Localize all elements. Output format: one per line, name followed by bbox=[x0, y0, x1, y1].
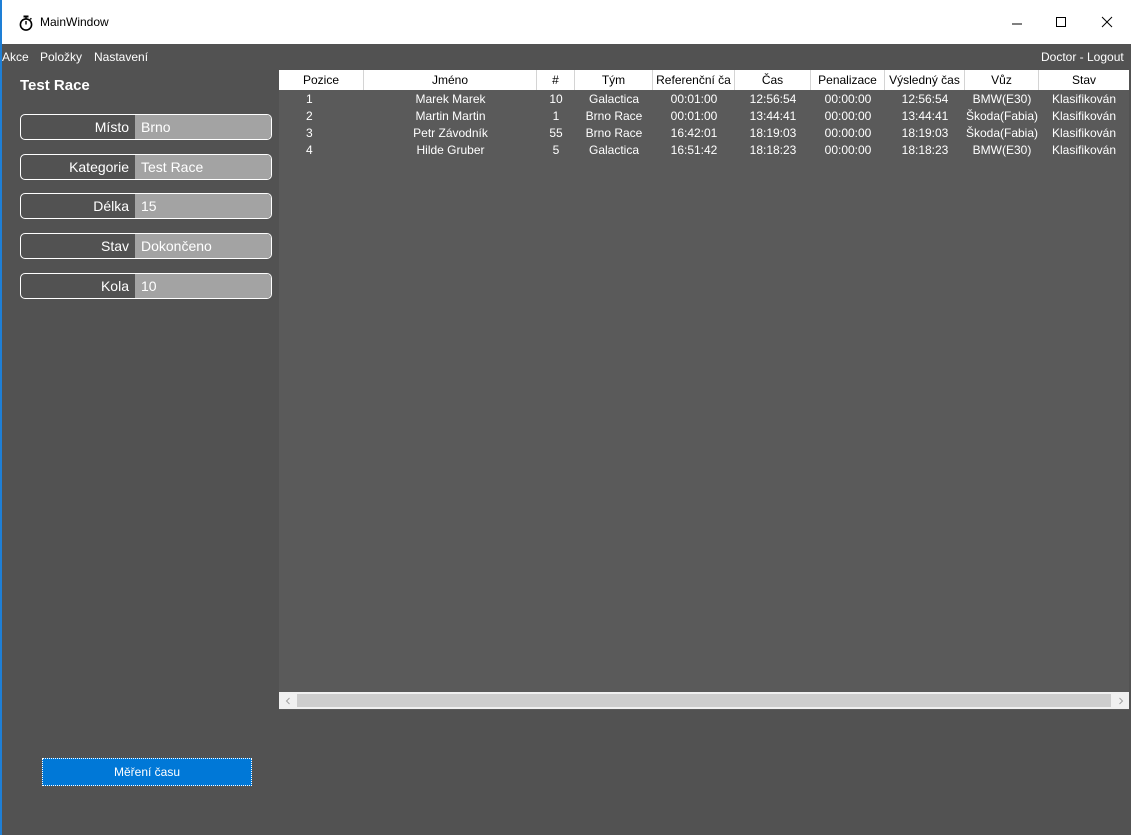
title-bar: MainWindow bbox=[2, 0, 1131, 44]
header-cas[interactable]: Čas bbox=[735, 70, 811, 90]
cell-vuz: Škoda(Fabia) bbox=[965, 109, 1039, 123]
cell-vysledny-cas: 18:19:03 bbox=[901, 126, 949, 140]
info-row-misto: Místo Brno bbox=[20, 114, 272, 140]
cell-cislo: 5 bbox=[552, 143, 560, 157]
info-value: 10 bbox=[135, 274, 271, 298]
cell-vuz: BMW(E30) bbox=[972, 143, 1032, 157]
results-grid: Pozice Jméno # Tým Referenční ča Čas Pen… bbox=[279, 70, 1129, 710]
time-measurement-button[interactable]: Měření času bbox=[42, 758, 252, 786]
info-value: Test Race bbox=[135, 155, 271, 179]
header-cislo[interactable]: # bbox=[537, 70, 575, 90]
header-stav[interactable]: Stav bbox=[1039, 70, 1129, 90]
stopwatch-icon bbox=[18, 15, 34, 31]
cell-referencni-cas: 16:42:01 bbox=[670, 126, 718, 140]
header-vysledny-cas[interactable]: Výsledný čas bbox=[885, 70, 965, 90]
header-pozice[interactable]: Pozice bbox=[279, 70, 364, 90]
cell-cas: 12:56:54 bbox=[749, 92, 797, 106]
info-label: Kategorie bbox=[69, 159, 129, 175]
window-title: MainWindow bbox=[40, 15, 109, 29]
table-row[interactable]: 2 Martin Martin 1 Brno Race 00:01:00 13:… bbox=[279, 108, 1129, 125]
cell-cislo: 10 bbox=[549, 92, 563, 106]
cell-referencni-cas: 16:51:42 bbox=[670, 143, 718, 157]
cell-pozice: 3 bbox=[306, 126, 313, 140]
cell-stav: Klasifikován bbox=[1051, 109, 1117, 123]
cell-referencni-cas: 00:01:00 bbox=[670, 92, 718, 106]
cell-vuz: Škoda(Fabia) bbox=[965, 126, 1039, 140]
minimize-icon bbox=[1012, 23, 1022, 25]
cell-vysledny-cas: 13:44:41 bbox=[901, 109, 949, 123]
close-button[interactable] bbox=[1085, 6, 1129, 38]
header-jmeno[interactable]: Jméno bbox=[364, 70, 537, 90]
minimize-button[interactable] bbox=[995, 6, 1039, 38]
close-icon bbox=[1101, 16, 1113, 28]
table-row[interactable]: 4 Hilde Gruber 5 Galactica 16:51:42 18:1… bbox=[279, 142, 1129, 159]
cell-stav: Klasifikován bbox=[1051, 126, 1117, 140]
table-row[interactable]: 3 Petr Závodník 55 Brno Race 16:42:01 18… bbox=[279, 125, 1129, 142]
scroll-left-button[interactable] bbox=[279, 692, 296, 709]
scrollbar-thumb[interactable] bbox=[297, 694, 1111, 707]
cell-vuz: BMW(E30) bbox=[972, 92, 1032, 106]
table-row[interactable]: 1 Marek Marek 10 Galactica 00:01:00 12:5… bbox=[279, 91, 1129, 108]
info-label: Stav bbox=[100, 238, 129, 254]
menu-bar: Akce Položky Nastavení Doctor - Logout bbox=[2, 44, 1131, 68]
cell-jmeno: Hilde Gruber bbox=[416, 143, 485, 157]
info-value: Dokončeno bbox=[135, 234, 271, 258]
scroll-right-button[interactable] bbox=[1112, 692, 1129, 709]
cell-cas: 13:44:41 bbox=[749, 109, 797, 123]
cell-stav: Klasifikován bbox=[1051, 143, 1117, 157]
menu-polozky[interactable]: Položky bbox=[40, 50, 82, 64]
info-row-delka: Délka 15 bbox=[20, 193, 272, 219]
info-value: 15 bbox=[135, 194, 271, 218]
race-title: Test Race bbox=[20, 77, 90, 94]
header-penalizace[interactable]: Penalizace bbox=[811, 70, 885, 90]
cell-jmeno: Petr Závodník bbox=[413, 126, 488, 140]
cell-jmeno: Marek Marek bbox=[415, 92, 486, 106]
user-logout-link[interactable]: Doctor - Logout bbox=[1041, 50, 1131, 64]
cell-cislo: 55 bbox=[549, 126, 563, 140]
horizontal-scrollbar[interactable] bbox=[279, 692, 1129, 709]
cell-penalizace: 00:00:00 bbox=[824, 109, 872, 123]
cell-tym: Brno Race bbox=[585, 109, 643, 123]
info-row-stav: Stav Dokončeno bbox=[20, 233, 272, 259]
info-label: Kola bbox=[100, 278, 129, 294]
grid-header: Pozice Jméno # Tým Referenční ča Čas Pen… bbox=[279, 70, 1129, 90]
cell-tym: Brno Race bbox=[585, 126, 643, 140]
cell-jmeno: Martin Martin bbox=[415, 109, 486, 123]
cell-penalizace: 00:00:00 bbox=[824, 92, 872, 106]
cell-tym: Galactica bbox=[588, 92, 640, 106]
info-row-kola: Kola 10 bbox=[20, 273, 272, 299]
cell-stav: Klasifikován bbox=[1051, 92, 1117, 106]
menu-nastaveni[interactable]: Nastavení bbox=[94, 50, 148, 64]
cell-cas: 18:18:23 bbox=[749, 143, 797, 157]
chevron-right-icon bbox=[1118, 697, 1123, 704]
info-label: Délka bbox=[93, 198, 129, 214]
cell-referencni-cas: 00:01:00 bbox=[670, 109, 718, 123]
maximize-button[interactable] bbox=[1039, 6, 1083, 38]
info-label: Místo bbox=[94, 119, 129, 135]
cell-tym: Galactica bbox=[588, 143, 640, 157]
cell-vysledny-cas: 18:18:23 bbox=[901, 143, 949, 157]
cell-cislo: 1 bbox=[552, 109, 560, 123]
maximize-icon bbox=[1056, 17, 1066, 27]
cell-penalizace: 00:00:00 bbox=[824, 126, 872, 140]
info-value: Brno bbox=[135, 115, 271, 139]
cell-vysledny-cas: 12:56:54 bbox=[901, 92, 949, 106]
info-row-kategorie: Kategorie Test Race bbox=[20, 154, 272, 180]
cell-penalizace: 00:00:00 bbox=[824, 143, 872, 157]
cell-pozice: 4 bbox=[306, 143, 313, 157]
cell-pozice: 2 bbox=[306, 109, 313, 123]
cell-cas: 18:19:03 bbox=[749, 126, 797, 140]
menu-akce[interactable]: Akce bbox=[2, 50, 29, 64]
chevron-left-icon bbox=[285, 697, 290, 704]
header-tym[interactable]: Tým bbox=[575, 70, 653, 90]
header-referencni-cas[interactable]: Referenční ča bbox=[653, 70, 735, 90]
header-vuz[interactable]: Vůz bbox=[965, 70, 1039, 90]
cell-pozice: 1 bbox=[306, 92, 313, 106]
